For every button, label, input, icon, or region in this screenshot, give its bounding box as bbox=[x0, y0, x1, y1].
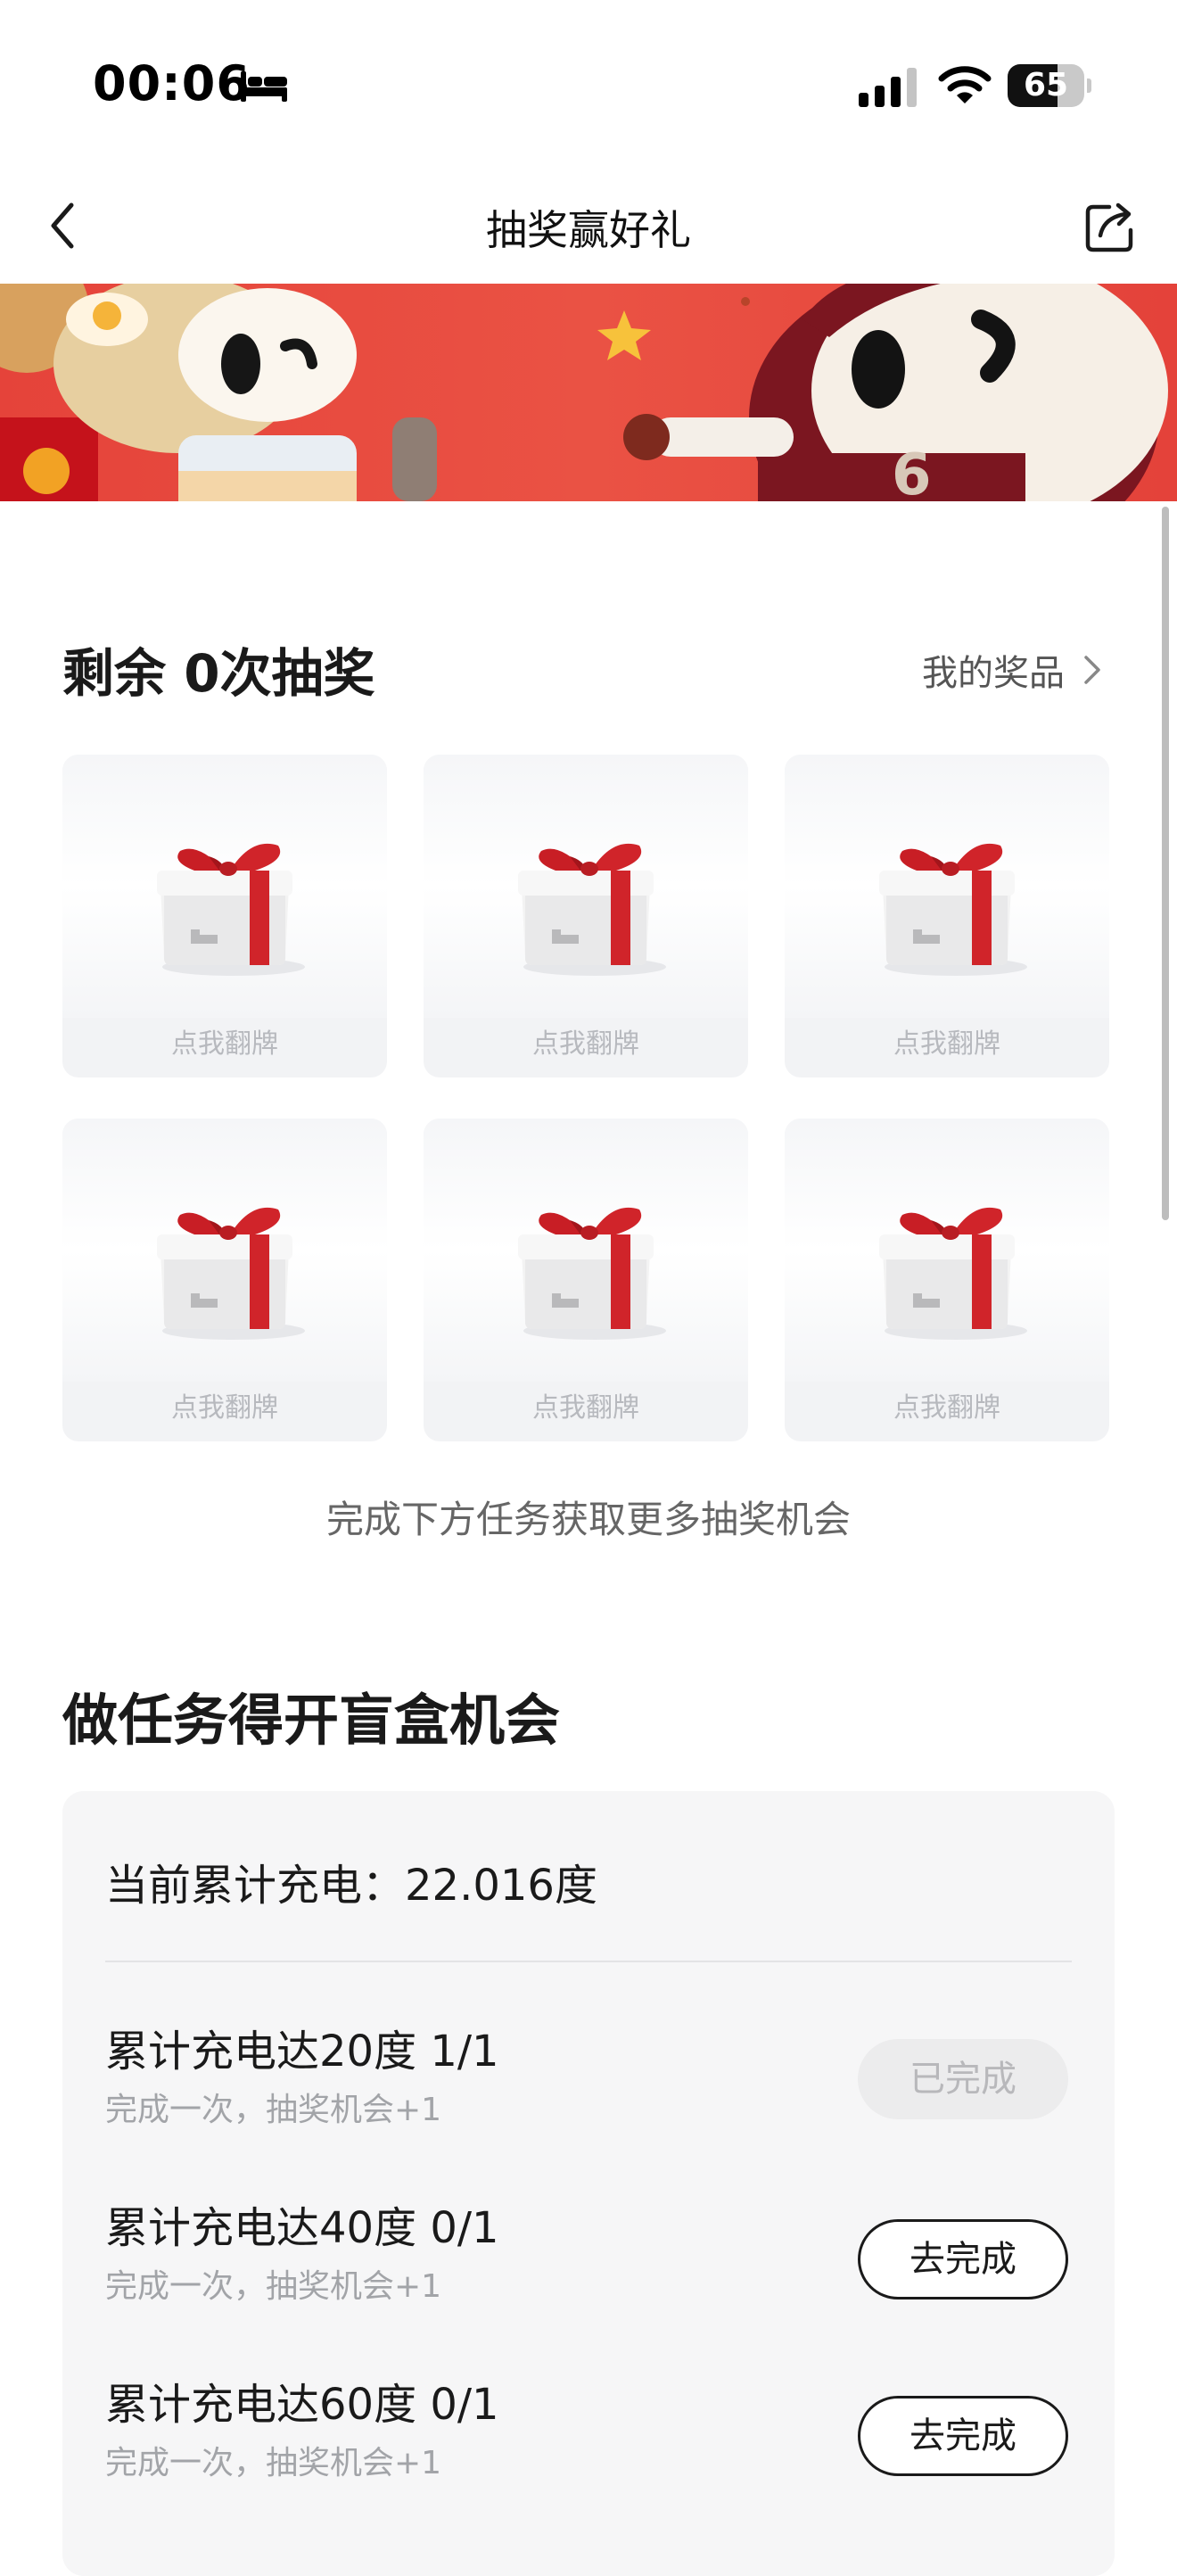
gift-box-icon bbox=[157, 1207, 305, 1340]
task-title: 累计充电达60度 0/1 bbox=[105, 2380, 499, 2430]
battery-indicator: 65 bbox=[1008, 64, 1091, 107]
promo-banner[interactable]: 6 bbox=[0, 284, 1177, 501]
divider bbox=[105, 1961, 1072, 1962]
lottery-card[interactable]: 点我翻牌 bbox=[62, 1119, 387, 1441]
wifi-icon bbox=[938, 66, 992, 103]
task-title: 累计充电达40度 0/1 bbox=[105, 2203, 499, 2253]
card-label: 点我翻牌 bbox=[171, 1028, 278, 1060]
task-row: 累计充电达20度 1/1 完成一次，抽奖机会+1 已完成 bbox=[62, 2016, 1115, 2159]
lottery-card[interactable]: 点我翻牌 bbox=[424, 755, 748, 1077]
sleep-focus-icon bbox=[241, 71, 287, 102]
svg-text:6: 6 bbox=[892, 442, 932, 501]
tasks-section-title: 做任务得开盲盒机会 bbox=[62, 1688, 561, 1753]
task-row: 累计充电达40度 0/1 完成一次，抽奖机会+1 去完成 bbox=[62, 2192, 1115, 2335]
banner-illustration: 6 bbox=[0, 284, 1177, 501]
share-icon[interactable] bbox=[1079, 194, 1141, 257]
task-row: 累计充电达60度 0/1 完成一次，抽奖机会+1 去完成 bbox=[62, 2369, 1115, 2512]
lottery-card[interactable]: 点我翻牌 bbox=[785, 755, 1109, 1077]
remaining-draws-title: 剩余 0次抽奖 bbox=[62, 643, 375, 704]
gift-box-icon bbox=[879, 843, 1027, 976]
page-title: 抽奖赢好礼 bbox=[486, 206, 691, 254]
task-subtitle: 完成一次，抽奖机会+1 bbox=[105, 2445, 442, 2481]
card-image bbox=[62, 755, 387, 1018]
my-prizes-label: 我的奖品 bbox=[922, 653, 1065, 694]
task-subtitle: 完成一次，抽奖机会+1 bbox=[105, 2268, 442, 2305]
charge-total: 当前累计充电：22.016度 bbox=[105, 1861, 597, 1911]
tasks-panel: 当前累计充电：22.016度 累计充电达20度 1/1 完成一次，抽奖机会+1 … bbox=[62, 1791, 1115, 2576]
navigation-bar: 抽奖赢好礼 bbox=[0, 169, 1177, 284]
card-label: 点我翻牌 bbox=[171, 1392, 278, 1424]
status-time: 00:06 bbox=[93, 55, 251, 111]
task-completed-button[interactable]: 已完成 bbox=[858, 2039, 1068, 2119]
lottery-card[interactable]: 点我翻牌 bbox=[424, 1119, 748, 1441]
card-image bbox=[785, 1119, 1109, 1382]
card-label: 点我翻牌 bbox=[532, 1392, 639, 1424]
gift-box-icon bbox=[879, 1207, 1027, 1340]
gift-box-icon bbox=[518, 843, 666, 976]
cellular-signal-icon bbox=[859, 68, 917, 107]
lottery-card[interactable]: 点我翻牌 bbox=[785, 1119, 1109, 1441]
card-label: 点我翻牌 bbox=[532, 1028, 639, 1060]
scroll-indicator[interactable] bbox=[1162, 507, 1169, 1220]
task-subtitle: 完成一次，抽奖机会+1 bbox=[105, 2092, 442, 2128]
status-bar: 00:06 65 bbox=[0, 0, 1177, 169]
card-image bbox=[785, 755, 1109, 1018]
gift-box-icon bbox=[157, 843, 305, 976]
task-go-button[interactable]: 去完成 bbox=[858, 2219, 1068, 2299]
card-label: 点我翻牌 bbox=[893, 1028, 1000, 1060]
my-prizes-link[interactable]: 我的奖品 bbox=[922, 644, 1106, 696]
card-label: 点我翻牌 bbox=[893, 1392, 1000, 1424]
card-image bbox=[62, 1119, 387, 1382]
gift-box-icon bbox=[518, 1207, 666, 1340]
battery-percentage: 65 bbox=[1023, 67, 1069, 103]
chevron-right-icon bbox=[1084, 656, 1100, 684]
lottery-card[interactable]: 点我翻牌 bbox=[62, 755, 387, 1077]
card-image bbox=[424, 1119, 748, 1382]
task-title: 累计充电达20度 1/1 bbox=[105, 2027, 499, 2076]
card-image bbox=[424, 755, 748, 1018]
task-tip-text: 完成下方任务获取更多抽奖机会 bbox=[325, 1498, 851, 1541]
task-go-button[interactable]: 去完成 bbox=[858, 2396, 1068, 2476]
